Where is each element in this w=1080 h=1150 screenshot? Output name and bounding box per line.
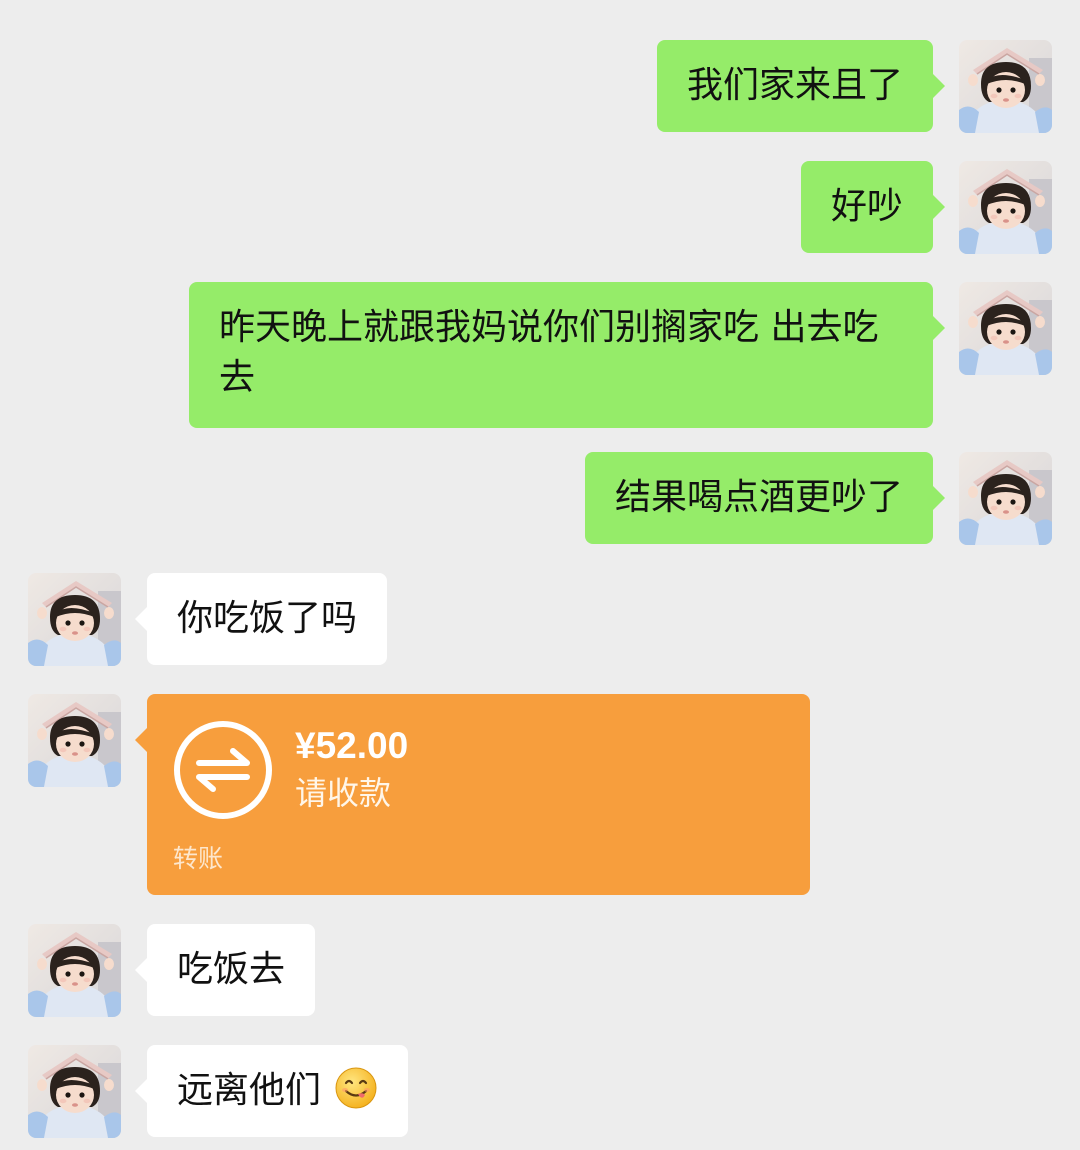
avatar-self[interactable]	[959, 282, 1052, 375]
message-text: 好吵	[830, 186, 903, 227]
yum-face-emoji	[334, 1066, 378, 1110]
avatar-self[interactable]	[959, 40, 1052, 133]
message-text: 吃饭去	[177, 949, 286, 990]
message-bubble-outgoing[interactable]: 好吵	[800, 161, 945, 253]
message-bubble-outgoing[interactable]: 结果喝点酒更吵了	[584, 452, 945, 544]
transfer-arrows-icon	[174, 721, 272, 819]
avatar-contact[interactable]	[28, 1045, 121, 1138]
avatar-self[interactable]	[959, 452, 1052, 545]
message-bubble-outgoing[interactable]: 我们家来且了	[656, 40, 945, 132]
message-bubble-incoming[interactable]: 吃饭去	[135, 924, 316, 1016]
chat-message-list[interactable]: 我们家来且了 好吵 昨天晚上就跟我妈说你们别搁家吃 出去吃去 结果喝点酒更吵了	[0, 0, 1080, 1150]
avatar-contact[interactable]	[28, 573, 121, 666]
message-text: 我们家来且了	[686, 65, 903, 106]
transfer-status: 请收款	[295, 774, 392, 812]
transfer-label: 转账	[173, 844, 224, 873]
message-text: 远离他们	[177, 1070, 322, 1111]
avatar-contact[interactable]	[28, 694, 121, 787]
message-text: 结果喝点酒更吵了	[614, 477, 903, 518]
avatar-contact[interactable]	[28, 924, 121, 1017]
message-bubble-outgoing[interactable]: 昨天晚上就跟我妈说你们别搁家吃 出去吃去	[189, 282, 945, 428]
transfer-amount: ¥52.00	[295, 725, 409, 766]
transfer-card[interactable]: ¥52.00 请收款 转账	[135, 694, 810, 895]
message-text: 你吃饭了吗	[177, 598, 358, 639]
avatar-self[interactable]	[959, 161, 1052, 254]
message-bubble-incoming[interactable]: 远离他们	[135, 1045, 409, 1137]
message-text: 昨天晚上就跟我妈说你们别搁家吃 出去吃去	[219, 307, 879, 398]
message-bubble-incoming[interactable]: 你吃饭了吗	[135, 573, 388, 665]
